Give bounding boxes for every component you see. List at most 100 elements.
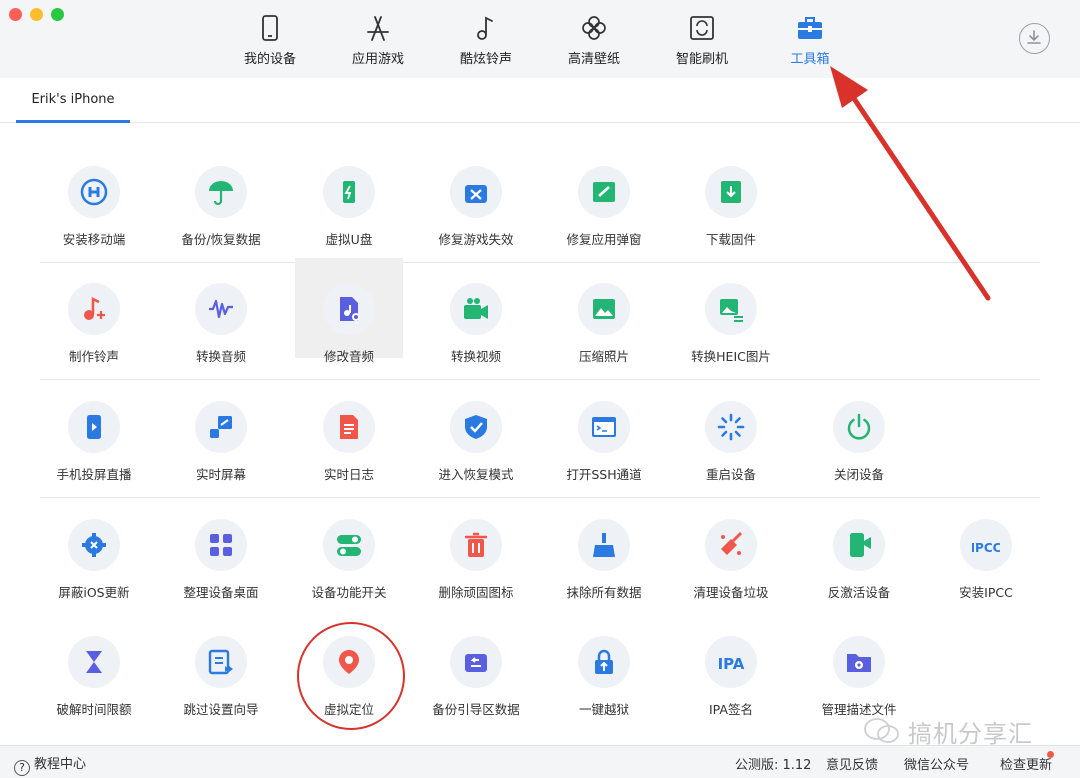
tool-label: 压缩照片 (578, 349, 629, 364)
tool-label: 一键越狱 (578, 702, 629, 717)
nav-my-device[interactable]: 我的设备 (218, 0, 322, 78)
tool-icon-badge (578, 166, 630, 218)
download-icon (1027, 30, 1041, 44)
tool-block-update-gear[interactable]: 屏蔽iOS更新 (40, 510, 148, 610)
restart-spinner-icon (717, 413, 745, 441)
tool-icon-badge (323, 636, 375, 688)
help-icon: ? (14, 760, 30, 776)
power-icon (847, 413, 871, 440)
tool-log[interactable]: 实时日志 (295, 392, 403, 492)
download-manager-button[interactable] (1019, 23, 1050, 54)
tool-icon-badge (450, 166, 502, 218)
repair-game-icon (465, 185, 487, 203)
tool-grid[interactable]: 整理设备桌面 (167, 510, 275, 610)
ipa-icon-text: IPA (718, 655, 745, 673)
tool-label: 手机投屏直播 (56, 467, 132, 482)
tool-icon-badge (68, 283, 120, 335)
tool-icon-badge (833, 519, 885, 571)
device-tab[interactable]: Erik's iPhone (16, 78, 130, 123)
tool-edit-audio[interactable]: 修改音频 (295, 258, 403, 364)
photo-icon (593, 299, 615, 319)
tool-realtime-screen[interactable]: 实时屏幕 (167, 392, 275, 492)
tool-label: 进入恢复模式 (438, 467, 514, 482)
tool-label: 虚拟定位 (323, 702, 374, 717)
wechat-link[interactable]: 微信公众号 (904, 754, 969, 773)
tool-icon-badge (68, 636, 120, 688)
umbrella-icon (209, 181, 233, 206)
tool-shield-check[interactable]: 进入恢复模式 (422, 392, 530, 492)
nav-ringtones[interactable]: 酷炫铃声 (434, 0, 538, 78)
tool-icon-badge (323, 401, 375, 453)
tool-label: 修复游戏失效 (438, 232, 514, 247)
tool-ipcc[interactable]: IPCC 安装IPCC (932, 510, 1040, 610)
tool-ipa[interactable]: IPA IPA签名 (677, 627, 785, 727)
tool-icon-badge (450, 283, 502, 335)
tool-cleaner[interactable]: 清理设备垃圾 (677, 510, 785, 610)
tutorial-center-label: 教程中心 (34, 757, 87, 772)
tool-terminal[interactable]: 打开SSH通道 (550, 392, 658, 492)
tool-usb-drive[interactable]: 虚拟U盘 (295, 157, 403, 257)
tool-label: 整理设备桌面 (183, 585, 259, 600)
jailbreak-lock-icon (595, 649, 613, 674)
tool-label: 实时屏幕 (195, 467, 246, 482)
ringtone-icon (84, 296, 105, 320)
tool-backup-boot[interactable]: 备份引导区数据 (422, 627, 530, 727)
nav-label: 我的设备 (243, 52, 296, 67)
tool-toggle[interactable]: 设备功能开关 (295, 510, 403, 610)
tool-profile-folder[interactable]: 管理描述文件 (805, 627, 913, 727)
zoom-window-button[interactable] (51, 8, 64, 21)
tool-icon-badge (68, 401, 120, 453)
tool-label: 清理设备垃圾 (693, 585, 769, 600)
tool-icon-badge (195, 519, 247, 571)
tool-download-firmware[interactable]: 下载固件 (677, 157, 785, 257)
tool-photo[interactable]: 压缩照片 (550, 274, 658, 374)
tool-jailbreak-lock[interactable]: 一键越狱 (550, 627, 658, 727)
tool-skip-setup[interactable]: 跳过设置向导 (167, 627, 275, 727)
tool-icon-badge (195, 401, 247, 453)
tool-label: 下载固件 (705, 232, 756, 247)
tool-icon-badge (450, 519, 502, 571)
tool-label: 设备功能开关 (311, 585, 387, 600)
tool-umbrella[interactable]: 备份/恢复数据 (167, 157, 275, 257)
nav-wallpapers[interactable]: 高清壁纸 (542, 0, 646, 78)
cleaner-icon (721, 531, 743, 555)
tool-icon-badge (195, 166, 247, 218)
tool-waveform[interactable]: 转换音频 (167, 274, 275, 374)
tool-icon-badge (68, 166, 120, 218)
realtime-screen-icon (210, 416, 232, 438)
tool-icon-badge (705, 519, 757, 571)
check-update-link[interactable]: 检查更新 (1000, 754, 1052, 773)
tool-install-mobile[interactable]: 安装移动端 (40, 157, 148, 257)
row-divider (40, 262, 1040, 263)
tool-repair-popup[interactable]: 修复应用弹窗 (550, 157, 658, 257)
tool-ringtone[interactable]: 制作铃声 (40, 274, 148, 374)
tool-hourglass[interactable]: 破解时间限额 (40, 627, 148, 727)
tool-restart-spinner[interactable]: 重启设备 (677, 392, 785, 492)
tool-trash[interactable]: 删除顽固图标 (422, 510, 530, 610)
tool-power[interactable]: 关闭设备 (805, 392, 913, 492)
tool-heic-image[interactable]: 转换HEIC图片 (677, 274, 785, 374)
tool-icon-badge: IPCC (960, 519, 1012, 571)
tool-video[interactable]: 转换视频 (422, 274, 530, 374)
tutorial-center-link[interactable]: ? 教程中心 (14, 753, 86, 776)
nav-apps-games[interactable]: 应用游戏 (326, 0, 430, 78)
minimize-window-button[interactable] (30, 8, 43, 21)
nav-toolbox[interactable]: 工具箱 (758, 0, 862, 78)
video-icon (464, 298, 488, 319)
tool-icon-badge (68, 519, 120, 571)
tool-icon-badge (578, 636, 630, 688)
edit-audio-icon (340, 297, 360, 321)
close-window-button[interactable] (9, 8, 22, 21)
tool-repair-game[interactable]: 修复游戏失效 (422, 157, 530, 257)
tool-location-pin[interactable]: 虚拟定位 (295, 627, 403, 727)
tool-screen-mirror[interactable]: 手机投屏直播 (40, 392, 148, 492)
tool-icon-badge (450, 636, 502, 688)
nav-label: 工具箱 (790, 52, 830, 67)
feedback-link[interactable]: 意见反馈 (826, 754, 878, 773)
nav-flash[interactable]: 智能刷机 (650, 0, 754, 78)
tool-deactivate-device[interactable]: 反激活设备 (805, 510, 913, 610)
tool-icon-badge (705, 401, 757, 453)
grid-icon (210, 534, 232, 556)
tool-broom[interactable]: 抹除所有数据 (550, 510, 658, 610)
wechat-watermark-icon (864, 718, 899, 743)
